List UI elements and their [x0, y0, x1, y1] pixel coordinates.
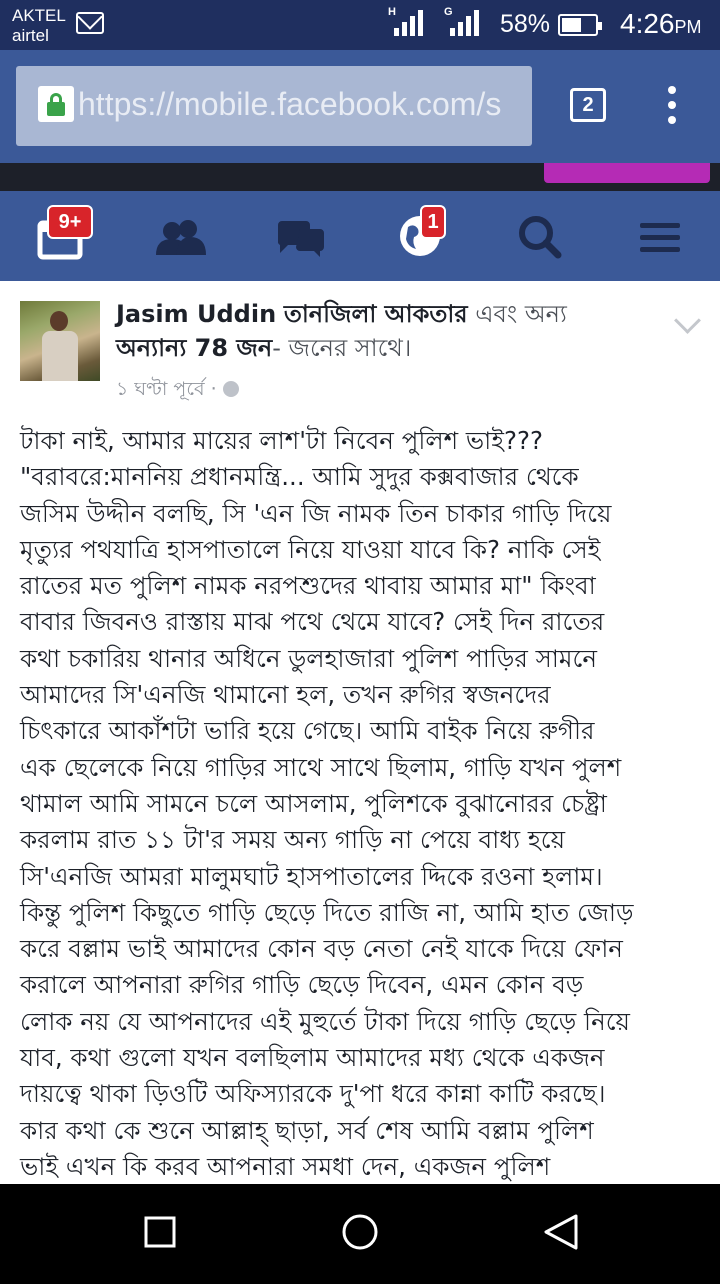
- banner-button[interactable]: [544, 163, 710, 183]
- friend-requests-icon: [156, 220, 206, 255]
- menu-tab[interactable]: [610, 191, 710, 281]
- secure-lock-icon: [38, 86, 74, 122]
- mail-notification-icon: [76, 12, 104, 34]
- search-icon: [519, 216, 562, 259]
- square-recents-icon: [144, 1216, 176, 1248]
- notifications-tab[interactable]: 9+: [10, 191, 110, 281]
- signal-2-label: G: [444, 6, 453, 18]
- battery-fill: [562, 18, 581, 32]
- system-navigation-bar: [0, 1184, 720, 1280]
- post-meta: ১ ঘণ্টা পূর্বে ·: [116, 375, 239, 407]
- clock-time: 4:26: [620, 8, 675, 39]
- notifications-badge: 9+: [47, 205, 93, 239]
- globe-badge: 1: [420, 205, 446, 239]
- and-others-text: এবং অন্য: [475, 300, 567, 328]
- battery-icon: [558, 14, 602, 36]
- friend-requests-tab[interactable]: [130, 191, 230, 281]
- carrier-line-2: airtel: [12, 26, 49, 45]
- search-tab[interactable]: [490, 191, 590, 281]
- signal-strength-1-icon: H: [388, 6, 428, 38]
- battery-percent: 58%: [500, 10, 551, 38]
- messages-tab[interactable]: [250, 191, 350, 281]
- status-bar: AKTEL airtel H G 58% 4:26PM: [0, 0, 720, 50]
- signal-1-label: H: [388, 6, 396, 18]
- messages-icon: [277, 221, 324, 257]
- carrier-info: AKTEL airtel: [12, 6, 66, 46]
- carrier-line-1: AKTEL: [12, 6, 66, 25]
- clock-suffix: PM: [674, 17, 702, 37]
- post-time[interactable]: ১ ঘণ্টা পূর্বে ·: [116, 378, 217, 400]
- post-body: টাকা নাই, আমার মায়ের লাশ'টা নিবেন পুলিশ…: [20, 426, 634, 1181]
- tab-switcher-button[interactable]: 2: [570, 88, 606, 122]
- globe-tab[interactable]: 1: [370, 191, 470, 281]
- author-avatar[interactable]: [20, 301, 100, 381]
- clock: 4:26PM: [620, 8, 702, 40]
- author-name[interactable]: Jasim Uddin: [116, 300, 276, 328]
- facebook-nav-bar: 9+ 1: [0, 191, 720, 281]
- circle-home-icon: [342, 1214, 378, 1250]
- signal-strength-2-icon: G: [444, 6, 484, 38]
- tagged-name[interactable]: তানজিলা আকতার: [284, 300, 468, 328]
- url-text[interactable]: https://mobile.facebook.com/s: [78, 86, 501, 123]
- overflow-menu-icon[interactable]: [660, 86, 684, 126]
- triangle-back-icon: [544, 1214, 578, 1250]
- back-button[interactable]: [510, 1184, 610, 1280]
- hamburger-menu-icon: [640, 223, 680, 252]
- partial-banner: [0, 163, 720, 191]
- post-header: Jasim Uddin তানজিলা আকতার এবং অন্য অন্যা…: [116, 297, 656, 365]
- chevron-down-icon[interactable]: [674, 307, 701, 334]
- with-text: - জনের সাথে।: [272, 334, 412, 362]
- home-button[interactable]: [310, 1184, 410, 1280]
- public-globe-icon: [222, 381, 239, 397]
- browser-toolbar: https://mobile.facebook.com/s 2: [0, 50, 720, 163]
- recent-apps-button[interactable]: [110, 1184, 210, 1280]
- address-bar[interactable]: https://mobile.facebook.com/s: [16, 66, 532, 146]
- others-count[interactable]: অন্যান্য 78 জন: [116, 334, 272, 362]
- post-card: Jasim Uddin তানজিলা আকতার এবং অন্য অন্যা…: [0, 281, 720, 1184]
